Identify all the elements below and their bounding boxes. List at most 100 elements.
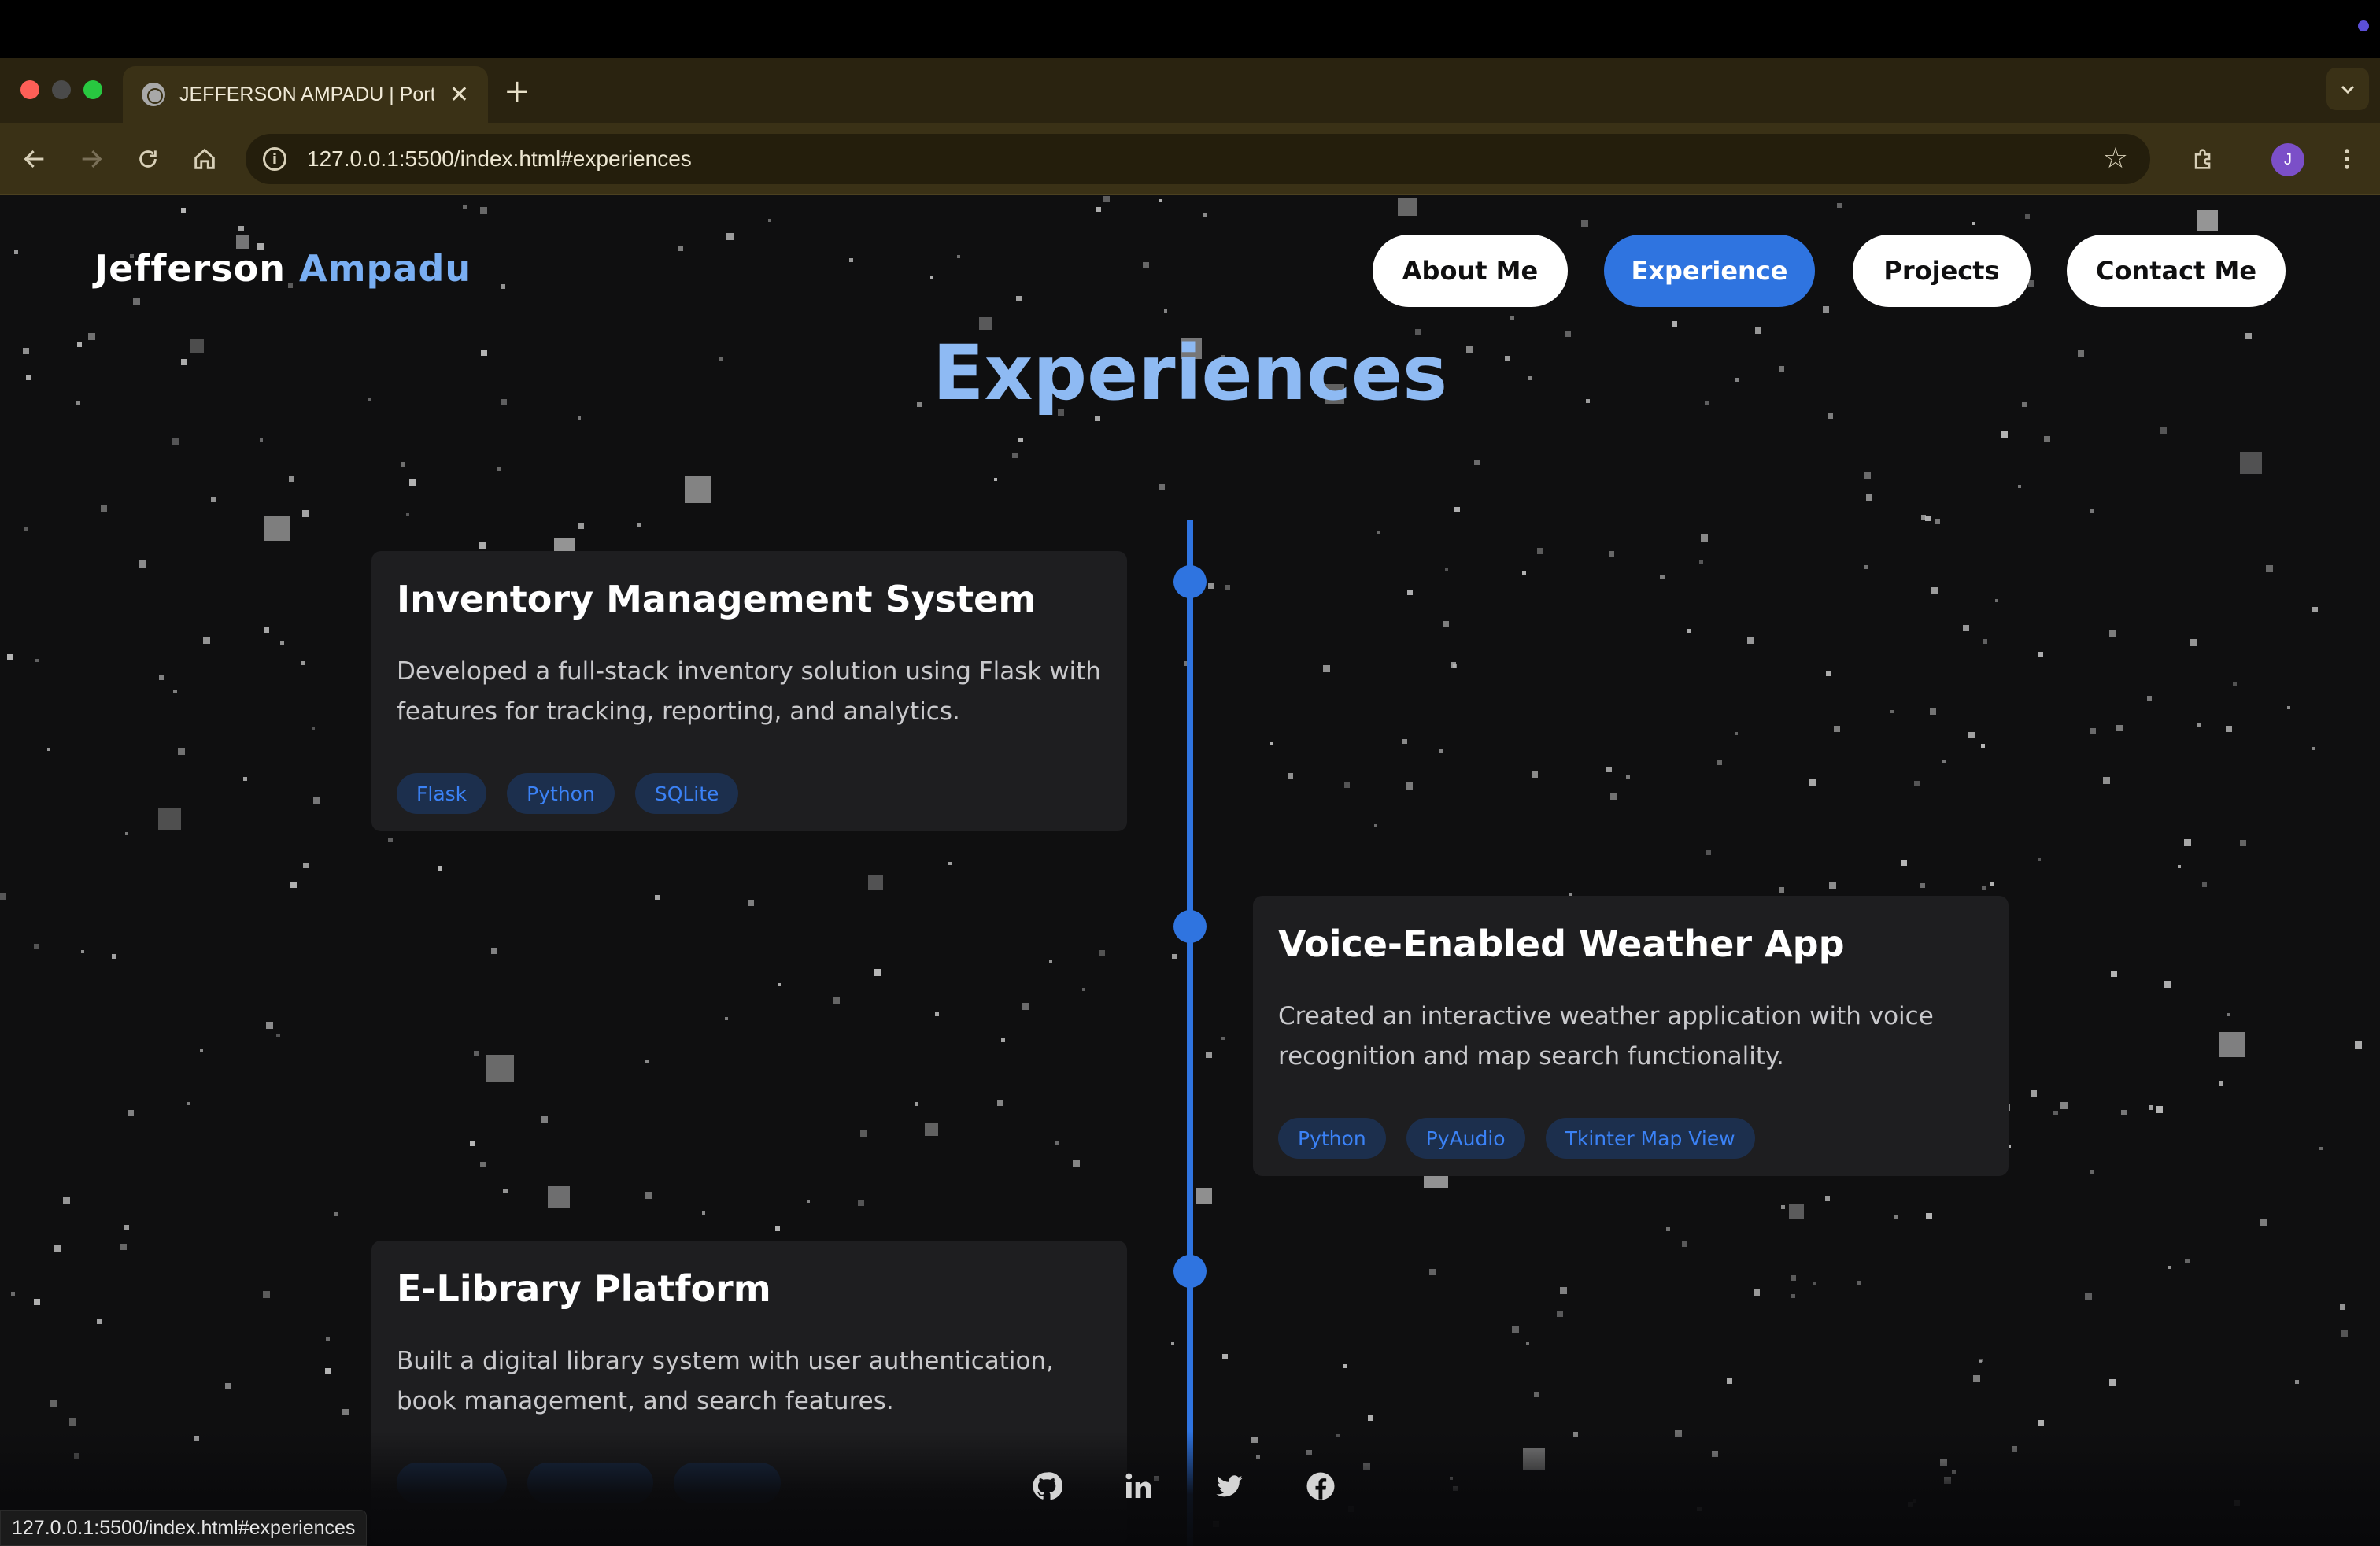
star-particle [2341, 1330, 2348, 1337]
star-particle [1931, 587, 1938, 594]
star-particle [1735, 732, 1738, 735]
star-particle [133, 298, 140, 305]
window-close-button[interactable] [20, 80, 39, 99]
star-particle [7, 654, 13, 660]
star-particle [1823, 306, 1829, 313]
star-particle [1829, 882, 1836, 889]
star-particle [178, 748, 185, 755]
star-particle [112, 954, 116, 959]
reload-button[interactable] [129, 140, 167, 178]
star-particle [1073, 1160, 1080, 1167]
nav-contact-me-button[interactable]: Contact Me [2067, 235, 2286, 307]
new-tab-button[interactable]: + [504, 76, 530, 107]
os-menu-bar [0, 0, 2380, 58]
address-bar[interactable]: i 127.0.0.1:5500/index.html#experiences … [246, 134, 2150, 184]
star-particle [1288, 773, 1293, 779]
nav-experience-button[interactable]: Experience [1604, 235, 1815, 307]
window-maximize-button[interactable] [83, 80, 102, 99]
star-particle [1894, 1215, 1898, 1219]
star-particle [1968, 732, 1975, 738]
nav-about-me-button[interactable]: About Me [1373, 235, 1568, 307]
star-particle [1982, 886, 1986, 890]
star-particle [2053, 1111, 2058, 1115]
star-particle [778, 983, 781, 986]
star-particle [158, 808, 181, 830]
star-particle [1825, 1196, 1830, 1201]
star-particle [463, 205, 468, 209]
star-particle [1754, 1289, 1760, 1296]
star-particle [401, 462, 405, 467]
star-particle [2044, 436, 2050, 442]
star-particle [1171, 1342, 1174, 1345]
star-particle [1055, 1141, 1059, 1145]
arrow-right-icon [82, 150, 102, 168]
star-particle [858, 1200, 864, 1206]
window-minimize-button[interactable] [52, 80, 71, 99]
experience-description: Developed a full-stack inventory solutio… [397, 657, 1101, 726]
github-link[interactable] [1031, 1470, 1062, 1502]
star-particle [203, 637, 210, 644]
star-particle [1534, 1392, 1539, 1397]
star-particle [2312, 747, 2315, 750]
star-particle [725, 1017, 728, 1020]
star-particle [2319, 1147, 2323, 1150]
star-particle [1398, 198, 1417, 216]
star-particle [497, 467, 501, 471]
home-button[interactable] [186, 140, 224, 178]
experience-description: Built a digital library system with user… [397, 1347, 1055, 1415]
star-particle [1001, 1038, 1005, 1042]
timeline-dot [1173, 565, 1207, 598]
star-particle [541, 1116, 548, 1123]
star-particle [280, 641, 284, 645]
star-particle [915, 1102, 918, 1106]
star-particle [14, 250, 18, 254]
star-particle [2233, 682, 2237, 686]
star-particle [406, 513, 409, 516]
facebook-link[interactable] [1305, 1470, 1336, 1502]
star-particle [1981, 744, 1985, 748]
star-particle [1935, 519, 1940, 524]
star-particle [957, 255, 960, 258]
star-particle [1864, 565, 1868, 569]
address-bar-url[interactable]: 127.0.0.1:5500/index.html#experiences [307, 146, 692, 172]
star-particle [438, 866, 442, 871]
tech-tag: PyAudio [1406, 1118, 1525, 1159]
experience-title: E-Library Platform [397, 1267, 771, 1310]
star-particle [1973, 1375, 1980, 1382]
star-particle [159, 675, 164, 680]
site-info-icon[interactable]: i [263, 147, 286, 171]
tech-tag: Flask [397, 773, 487, 814]
extensions-button[interactable] [2185, 140, 2223, 178]
linkedin-icon [1125, 1473, 1151, 1498]
back-button[interactable] [16, 140, 54, 178]
tech-tag: SQLite [634, 773, 739, 814]
star-particle [2219, 1081, 2223, 1086]
bookmark-star-icon[interactable]: ☆ [2103, 143, 2128, 175]
star-particle [276, 1034, 280, 1037]
star-particle [124, 1225, 129, 1230]
star-particle [187, 1102, 190, 1105]
profile-avatar[interactable]: J [2271, 143, 2304, 176]
tab-search-button[interactable] [2326, 68, 2369, 110]
star-particle [97, 1319, 102, 1324]
star-particle [225, 1383, 231, 1389]
star-particle [302, 510, 309, 517]
star-particle [994, 478, 997, 481]
tab-close-icon[interactable]: ✕ [449, 81, 469, 109]
star-particle [409, 479, 416, 486]
browser-tab-active[interactable]: JEFFERSON AMPADU | Portfolio ✕ [123, 66, 488, 123]
browser-menu-button[interactable] [2328, 140, 2366, 178]
experience-card: Inventory Management System Developed a … [371, 551, 1127, 831]
brand-logo[interactable]: Jefferson Ampadu [94, 247, 471, 290]
star-particle [2197, 210, 2218, 231]
nav-projects-button[interactable]: Projects [1853, 235, 2031, 307]
star-particle [1920, 883, 1925, 888]
forward-button[interactable] [72, 140, 110, 178]
twitter-link[interactable] [1214, 1470, 1245, 1502]
star-particle [1522, 571, 1526, 575]
star-particle [2031, 1090, 2037, 1097]
star-particle [1159, 199, 1162, 202]
linkedin-link[interactable] [1122, 1470, 1154, 1502]
star-particle [139, 560, 146, 568]
star-particle [1099, 950, 1105, 956]
